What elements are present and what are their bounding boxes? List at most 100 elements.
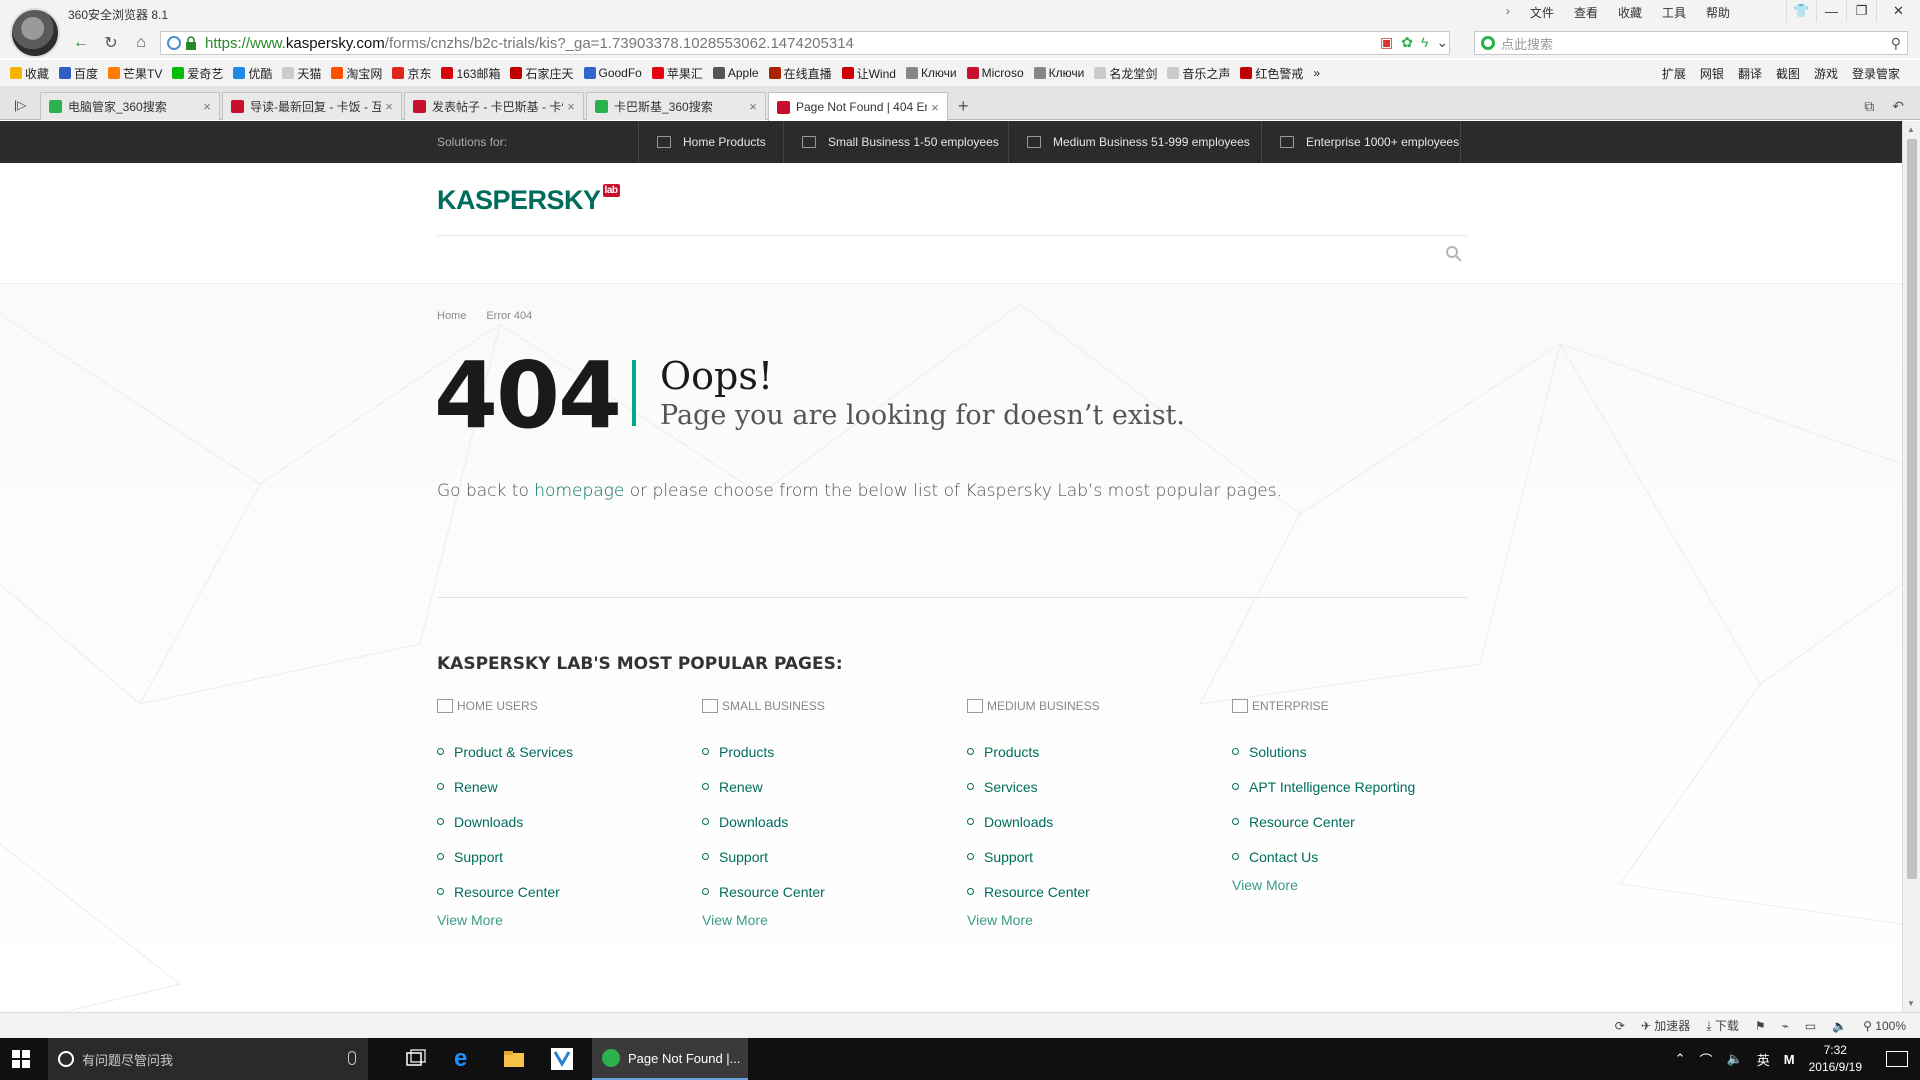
view-more-link[interactable]: View More (1232, 877, 1497, 893)
bookmark-item[interactable]: Apple (712, 66, 759, 80)
chevron-down-icon[interactable]: ⌄ (1436, 34, 1448, 51)
menu-tools[interactable]: 工具 (1662, 4, 1686, 21)
edge-icon[interactable]: e (454, 1047, 478, 1071)
search-engine-icon[interactable] (1481, 36, 1495, 50)
view-more-link[interactable]: View More (702, 912, 967, 928)
speaker-icon[interactable]: 🔈 (1727, 1051, 1743, 1067)
scroll-up-icon[interactable]: ▲ (1907, 125, 1915, 134)
maximize-button[interactable]: ❐ (1846, 0, 1876, 22)
popular-link[interactable]: APT Intelligence Reporting (1232, 769, 1497, 804)
chevron-up-icon[interactable]: ⌃ (1675, 1051, 1686, 1067)
toolbar-tool-item[interactable]: 扩展 (1662, 65, 1686, 82)
bookmark-item[interactable]: 淘宝网 (331, 65, 382, 82)
bookmark-item[interactable]: Ключи (905, 66, 957, 80)
popular-link[interactable]: Downloads (702, 804, 967, 839)
back-arrow-icon[interactable]: ← (70, 32, 92, 54)
close-tab-icon[interactable]: × (927, 100, 943, 115)
toolbar-tool-item[interactable]: 网银 (1700, 65, 1724, 82)
new-tab-button[interactable]: + (958, 96, 969, 117)
popular-link[interactable]: Resource Center (437, 874, 702, 909)
popular-link[interactable]: Resource Center (702, 874, 967, 909)
lightning-icon[interactable]: ϟ (1421, 34, 1428, 51)
coupon-icon[interactable]: ▣ (1380, 34, 1393, 51)
bookmark-item[interactable]: Ключи (1033, 66, 1084, 80)
bookmark-item[interactable]: 芒果TV (108, 65, 162, 82)
task-view-icon[interactable] (404, 1047, 428, 1071)
refresh-icon[interactable]: ↻ (100, 32, 122, 54)
user-avatar[interactable] (10, 8, 60, 58)
close-tab-icon[interactable]: × (563, 99, 579, 114)
popular-link[interactable]: Contact Us (1232, 839, 1497, 874)
search-icon[interactable] (1445, 245, 1463, 263)
popular-link[interactable]: Renew (702, 769, 967, 804)
menu-help[interactable]: 帮助 (1706, 4, 1730, 21)
bookmark-item[interactable]: 苹果汇 (651, 65, 703, 82)
site-security-icon[interactable] (167, 36, 181, 50)
toolbar-tool-item[interactable]: 游戏 (1814, 65, 1838, 82)
bookmarks-overflow-icon[interactable]: » (1313, 66, 1320, 80)
flag-icon[interactable]: ⚑ (1755, 1019, 1766, 1033)
bookmark-item[interactable]: 百度 (59, 65, 98, 82)
menu-favorites[interactable]: 收藏 (1618, 4, 1642, 21)
bookmark-item[interactable]: Microso (966, 66, 1024, 80)
homepage-link[interactable]: homepage (534, 481, 624, 501)
popular-link[interactable]: Products (967, 734, 1232, 769)
notification-icon[interactable] (1886, 1051, 1908, 1067)
page-scrollbar[interactable]: ▲ ▼ (1902, 121, 1920, 1012)
sidebar-toggle-icon[interactable]: |▷ (14, 98, 26, 112)
toolbar-tool-item[interactable]: 截图 (1776, 65, 1800, 82)
window-icon[interactable]: ▭ (1805, 1019, 1816, 1033)
ime-indicator[interactable]: 英 (1757, 1050, 1770, 1069)
file-explorer-icon[interactable] (502, 1047, 526, 1071)
popular-link[interactable]: Resource Center (967, 874, 1232, 909)
bookmark-item[interactable]: 爱奇艺 (172, 65, 223, 82)
clean-icon[interactable]: ⌁ (1782, 1019, 1789, 1033)
search-icon[interactable]: ⚲ (1891, 35, 1901, 52)
undo-close-icon[interactable]: ↶ (1892, 98, 1904, 115)
refresh-cycle-icon[interactable]: ⟳ (1615, 1019, 1625, 1033)
bookmark-item[interactable]: 在线直播 (768, 65, 832, 82)
tab[interactable]: 电脑管家_360搜索 × (40, 92, 220, 120)
view-more-link[interactable]: View More (967, 912, 1232, 928)
home-icon[interactable]: ⌂ (130, 32, 152, 54)
recycle-icon[interactable]: ✿ (1401, 34, 1413, 51)
network-icon[interactable]: ⌒ (1700, 1050, 1713, 1069)
close-window-button[interactable]: ✕ (1876, 0, 1920, 22)
breadcrumb-home[interactable]: Home (437, 310, 466, 322)
tab-active[interactable]: Page Not Found | 404 Error× (768, 92, 948, 121)
windows-start-icon[interactable] (12, 1050, 30, 1068)
solution-medium-business[interactable]: Medium Business 51-999 employees (1008, 121, 1261, 163)
taskbar-active-window[interactable]: Page Not Found |... (592, 1038, 748, 1080)
scrollbar-thumb[interactable] (1907, 139, 1917, 879)
bookmark-item[interactable]: 红色警戒 (1240, 65, 1303, 82)
popular-link[interactable]: Downloads (967, 804, 1232, 839)
kaspersky-logo[interactable]: KASPERSKY lab (437, 184, 620, 216)
volume-icon[interactable]: 🔈 (1832, 1019, 1847, 1033)
app-icon[interactable] (550, 1047, 574, 1071)
download-button[interactable]: ⤓ 下载 (1706, 1017, 1739, 1034)
view-more-link[interactable]: View More (437, 912, 702, 928)
url-field[interactable]: https://www. kaspersky.com/forms/cnzhs/b2… (160, 31, 1450, 55)
toolbar-tool-item[interactable]: 登录管家 (1852, 65, 1900, 82)
bookmark-item[interactable]: 音乐之声 (1167, 65, 1230, 82)
minimize-button[interactable]: — (1816, 0, 1846, 22)
toolbar-tool-item[interactable]: 翻译 (1738, 65, 1762, 82)
bookmark-item[interactable]: 优酷 (233, 65, 272, 82)
menu-file[interactable]: 文件 (1530, 4, 1554, 21)
close-tab-icon[interactable]: × (745, 99, 761, 114)
bookmark-item[interactable]: 京东 (392, 65, 431, 82)
search-input[interactable]: 点此搜索 ⚲ (1474, 31, 1908, 55)
solution-enterprise[interactable]: Enterprise 1000+ employees (1261, 121, 1461, 163)
close-tab-icon[interactable]: × (199, 99, 215, 114)
solution-small-business[interactable]: Small Business 1-50 employees (783, 121, 1008, 163)
cortana-search-box[interactable]: 有问题尽管问我 (48, 1038, 368, 1080)
restore-tabs-icon[interactable]: ⧉ (1864, 98, 1874, 115)
popular-link[interactable]: Downloads (437, 804, 702, 839)
accelerator-button[interactable]: ✈ 加速器 (1641, 1017, 1690, 1034)
bookmark-item[interactable]: 名龙堂剑 (1094, 65, 1157, 82)
bookmark-item[interactable]: 石家庄天 (510, 65, 574, 82)
popular-link[interactable]: Support (702, 839, 967, 874)
bookmark-item[interactable]: 163邮箱 (441, 65, 500, 82)
popular-link[interactable]: Products (702, 734, 967, 769)
skin-icon[interactable]: 👕 (1786, 0, 1816, 22)
